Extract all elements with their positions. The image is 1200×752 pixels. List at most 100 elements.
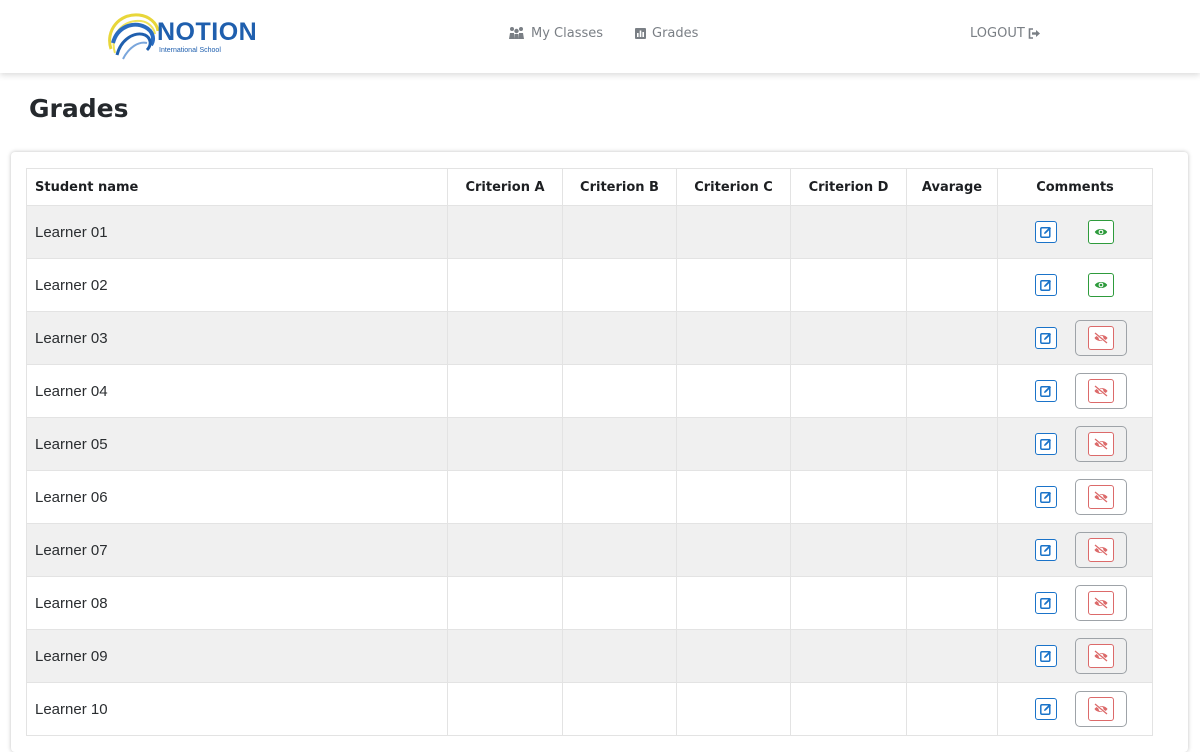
comments-cell	[997, 417, 1153, 471]
chart-icon	[635, 27, 646, 39]
comments-cell	[997, 364, 1153, 418]
hidden-comment-button[interactable]	[1075, 479, 1127, 515]
criterion-a-cell	[447, 682, 563, 736]
average-cell	[906, 258, 998, 312]
eye-slash-icon	[1093, 491, 1109, 503]
edit-comment-button[interactable]	[1035, 486, 1057, 508]
hidden-comment-inner	[1088, 326, 1114, 350]
nav-my-classes-label: My Classes	[531, 25, 604, 41]
hidden-comment-inner	[1088, 485, 1114, 509]
eye-slash-icon	[1093, 544, 1109, 556]
table-row: Learner 08	[26, 576, 1153, 630]
edit-comment-button[interactable]	[1035, 380, 1057, 402]
table-row: Learner 03	[26, 311, 1153, 365]
student-name-cell: Learner 06	[26, 470, 448, 524]
criterion-d-cell	[790, 576, 907, 630]
criterion-c-cell	[676, 205, 791, 259]
hidden-comment-inner	[1088, 432, 1114, 456]
criterion-b-cell	[562, 311, 677, 365]
header-criterion-c: Criterion C	[676, 168, 791, 206]
hidden-comment-inner	[1088, 644, 1114, 668]
comments-cell	[997, 205, 1153, 259]
criterion-a-cell	[447, 258, 563, 312]
edit-comment-button[interactable]	[1035, 274, 1057, 296]
hidden-comment-button[interactable]	[1075, 691, 1127, 727]
eye-icon	[1094, 280, 1108, 290]
eye-slash-icon	[1093, 332, 1109, 344]
logo-swirl-icon	[108, 13, 160, 60]
comments-cell	[997, 258, 1153, 312]
view-comment-button[interactable]	[1088, 220, 1114, 244]
criterion-b-cell	[562, 205, 677, 259]
criterion-a-cell	[447, 629, 563, 683]
logout-label: LOGOUT	[970, 25, 1025, 41]
criterion-b-cell	[562, 682, 677, 736]
average-cell	[906, 576, 998, 630]
student-name-cell: Learner 05	[26, 417, 448, 471]
hidden-comment-button[interactable]	[1075, 532, 1127, 568]
student-name-cell: Learner 08	[26, 576, 448, 630]
header-criterion-a: Criterion A	[447, 168, 563, 206]
hidden-comment-button[interactable]	[1075, 585, 1127, 621]
logout-button[interactable]: LOGOUT	[970, 24, 1041, 42]
hidden-comment-button[interactable]	[1075, 320, 1127, 356]
edit-comment-button[interactable]	[1035, 698, 1057, 720]
nav-grades[interactable]: Grades	[635, 24, 698, 42]
eye-slash-icon	[1093, 703, 1109, 715]
hidden-comment-button[interactable]	[1075, 638, 1127, 674]
comments-cell	[997, 311, 1153, 365]
hidden-comment-button[interactable]	[1075, 426, 1127, 462]
edit-icon	[1040, 438, 1052, 450]
student-name-cell: Learner 01	[26, 205, 448, 259]
table-row: Learner 07	[26, 523, 1153, 577]
nav-grades-label: Grades	[652, 25, 699, 41]
criterion-a-cell	[447, 417, 563, 471]
criterion-a-cell	[447, 205, 563, 259]
student-name-cell: Learner 03	[26, 311, 448, 365]
edit-comment-button[interactable]	[1035, 645, 1057, 667]
average-cell	[906, 205, 998, 259]
average-cell	[906, 364, 998, 418]
comments-cell	[997, 576, 1153, 630]
grades-table-body: Learner 01 Learner 02 Learner 03 Learner 04…	[26, 205, 1153, 736]
hidden-comment-button[interactable]	[1075, 373, 1127, 409]
top-navbar: NOTION International School My Classes G…	[0, 0, 1200, 73]
edit-icon	[1040, 332, 1052, 344]
criterion-d-cell	[790, 205, 907, 259]
criterion-b-cell	[562, 576, 677, 630]
criterion-c-cell	[676, 523, 791, 577]
criterion-c-cell	[676, 576, 791, 630]
criterion-d-cell	[790, 629, 907, 683]
criterion-b-cell	[562, 364, 677, 418]
edit-icon	[1040, 544, 1052, 556]
view-comment-button[interactable]	[1088, 273, 1114, 297]
eye-slash-icon	[1093, 438, 1109, 450]
table-row: Learner 09	[26, 629, 1153, 683]
criterion-b-cell	[562, 470, 677, 524]
average-cell	[906, 523, 998, 577]
criterion-d-cell	[790, 417, 907, 471]
hidden-comment-inner	[1088, 538, 1114, 562]
hidden-comment-inner	[1088, 591, 1114, 615]
edit-comment-button[interactable]	[1035, 539, 1057, 561]
edit-icon	[1040, 226, 1052, 238]
nav-my-classes[interactable]: My Classes	[508, 24, 603, 42]
edit-comment-button[interactable]	[1035, 327, 1057, 349]
criterion-d-cell	[790, 470, 907, 524]
edit-icon	[1040, 279, 1052, 291]
criterion-c-cell	[676, 311, 791, 365]
student-name-cell: Learner 04	[26, 364, 448, 418]
edit-comment-button[interactable]	[1035, 433, 1057, 455]
edit-comment-button[interactable]	[1035, 221, 1057, 243]
criterion-c-cell	[676, 417, 791, 471]
school-logo[interactable]: NOTION International School	[103, 9, 263, 63]
table-row: Learner 01	[26, 205, 1153, 259]
edit-comment-button[interactable]	[1035, 592, 1057, 614]
grades-card: Student name Criterion A Criterion B Cri…	[11, 152, 1188, 752]
brand-name: NOTION	[157, 18, 258, 46]
header-comments: Comments	[997, 168, 1153, 206]
eye-icon	[1094, 227, 1108, 237]
criterion-a-cell	[447, 364, 563, 418]
criterion-b-cell	[562, 629, 677, 683]
criterion-a-cell	[447, 576, 563, 630]
